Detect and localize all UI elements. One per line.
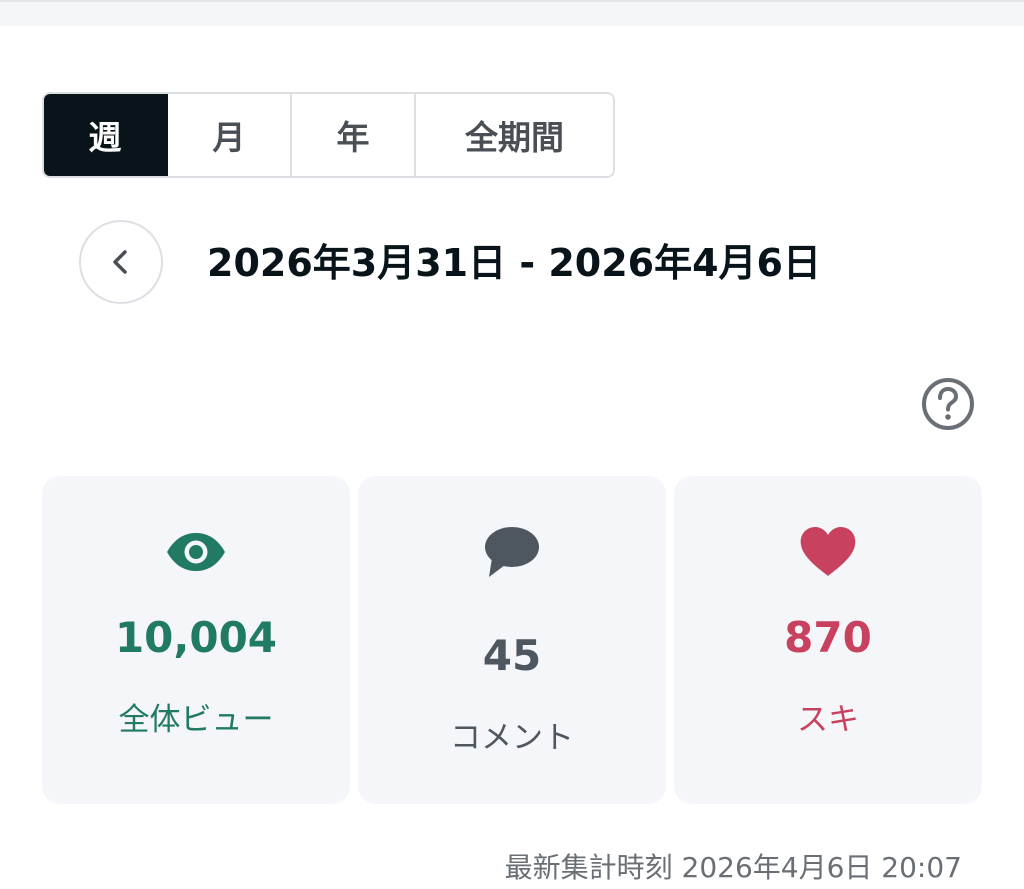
tab-year[interactable]: 年 xyxy=(292,94,416,176)
tab-month[interactable]: 月 xyxy=(168,94,292,176)
likes-card: 870 スキ xyxy=(674,476,982,804)
comment-icon xyxy=(480,524,544,580)
stats-cards: 10,004 全体ビュー 45 コメント 870 スキ xyxy=(42,476,982,804)
likes-label: スキ xyxy=(797,702,859,738)
likes-value: 870 xyxy=(784,613,872,662)
last-updated-text: 最新集計時刻 2026年4月6日 20:07 xyxy=(504,851,962,884)
views-value: 10,004 xyxy=(114,613,278,662)
comments-label: コメント xyxy=(450,720,574,756)
date-range-label: 2026年3月31日 - 2026年4月6日 xyxy=(207,241,821,285)
help-icon[interactable] xyxy=(920,376,976,432)
previous-period-button[interactable] xyxy=(79,220,163,304)
chevron-left-icon xyxy=(113,250,127,274)
eye-icon xyxy=(164,524,228,580)
tab-all-time[interactable]: 全期間 xyxy=(416,94,613,176)
comments-card: 45 コメント xyxy=(358,476,666,804)
views-card: 10,004 全体ビュー xyxy=(42,476,350,804)
top-strip xyxy=(0,0,1024,26)
heart-icon xyxy=(796,524,860,580)
views-label: 全体ビュー xyxy=(118,702,274,738)
period-segmented-control: 週 月 年 全期間 xyxy=(42,92,615,178)
tab-week[interactable]: 週 xyxy=(44,94,168,176)
comments-value: 45 xyxy=(482,631,542,680)
